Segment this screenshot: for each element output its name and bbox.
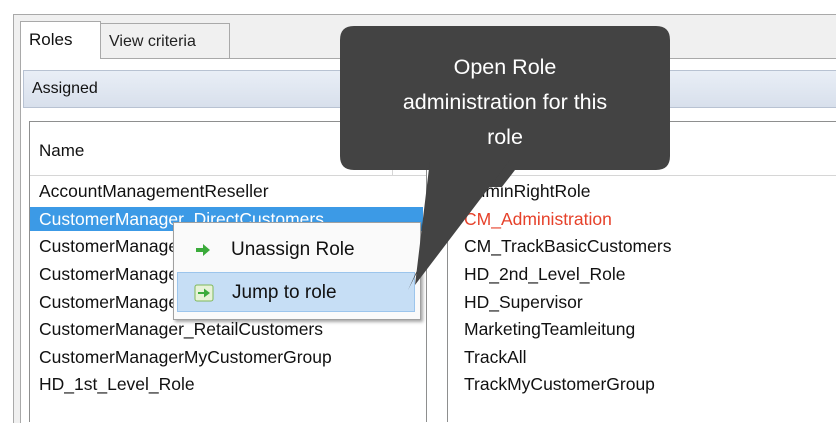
- context-menu: Unassign Role Jump to role: [173, 222, 421, 320]
- tab-roles[interactable]: Roles: [20, 21, 101, 59]
- list-item[interactable]: CustomerManager_RetailCustomers: [39, 317, 323, 341]
- menu-item-jump-to-role[interactable]: Jump to role: [177, 272, 415, 312]
- list-item[interactable]: AccountManagementReseller: [39, 179, 269, 203]
- menu-item-label: Unassign Role: [231, 239, 355, 260]
- list-item[interactable]: HD_Supervisor: [464, 290, 583, 314]
- list-item[interactable]: TrackMyCustomerGroup: [464, 372, 655, 396]
- tooltip-pointer: [408, 160, 510, 290]
- list-item[interactable]: CustomerManagerMyCustomerGroup: [39, 345, 332, 369]
- menu-item-label: Jump to role: [232, 282, 337, 303]
- tooltip-line: role: [487, 125, 523, 149]
- tooltip-line: Open Role: [453, 55, 557, 79]
- jump-arrow-icon: [194, 284, 214, 302]
- arrow-right-icon: [196, 244, 210, 256]
- list-item[interactable]: TrackAll: [464, 345, 527, 369]
- list-item[interactable]: MarketingTeamleitung: [464, 317, 635, 341]
- tooltip-line: administration for this: [402, 90, 608, 114]
- menu-item-unassign-role[interactable]: Unassign Role: [177, 230, 415, 270]
- tab-view-criteria[interactable]: View criteria: [100, 23, 230, 59]
- tooltip-text: Open Role administration for this role: [340, 50, 670, 155]
- list-item[interactable]: HD_1st_Level_Role: [39, 372, 195, 396]
